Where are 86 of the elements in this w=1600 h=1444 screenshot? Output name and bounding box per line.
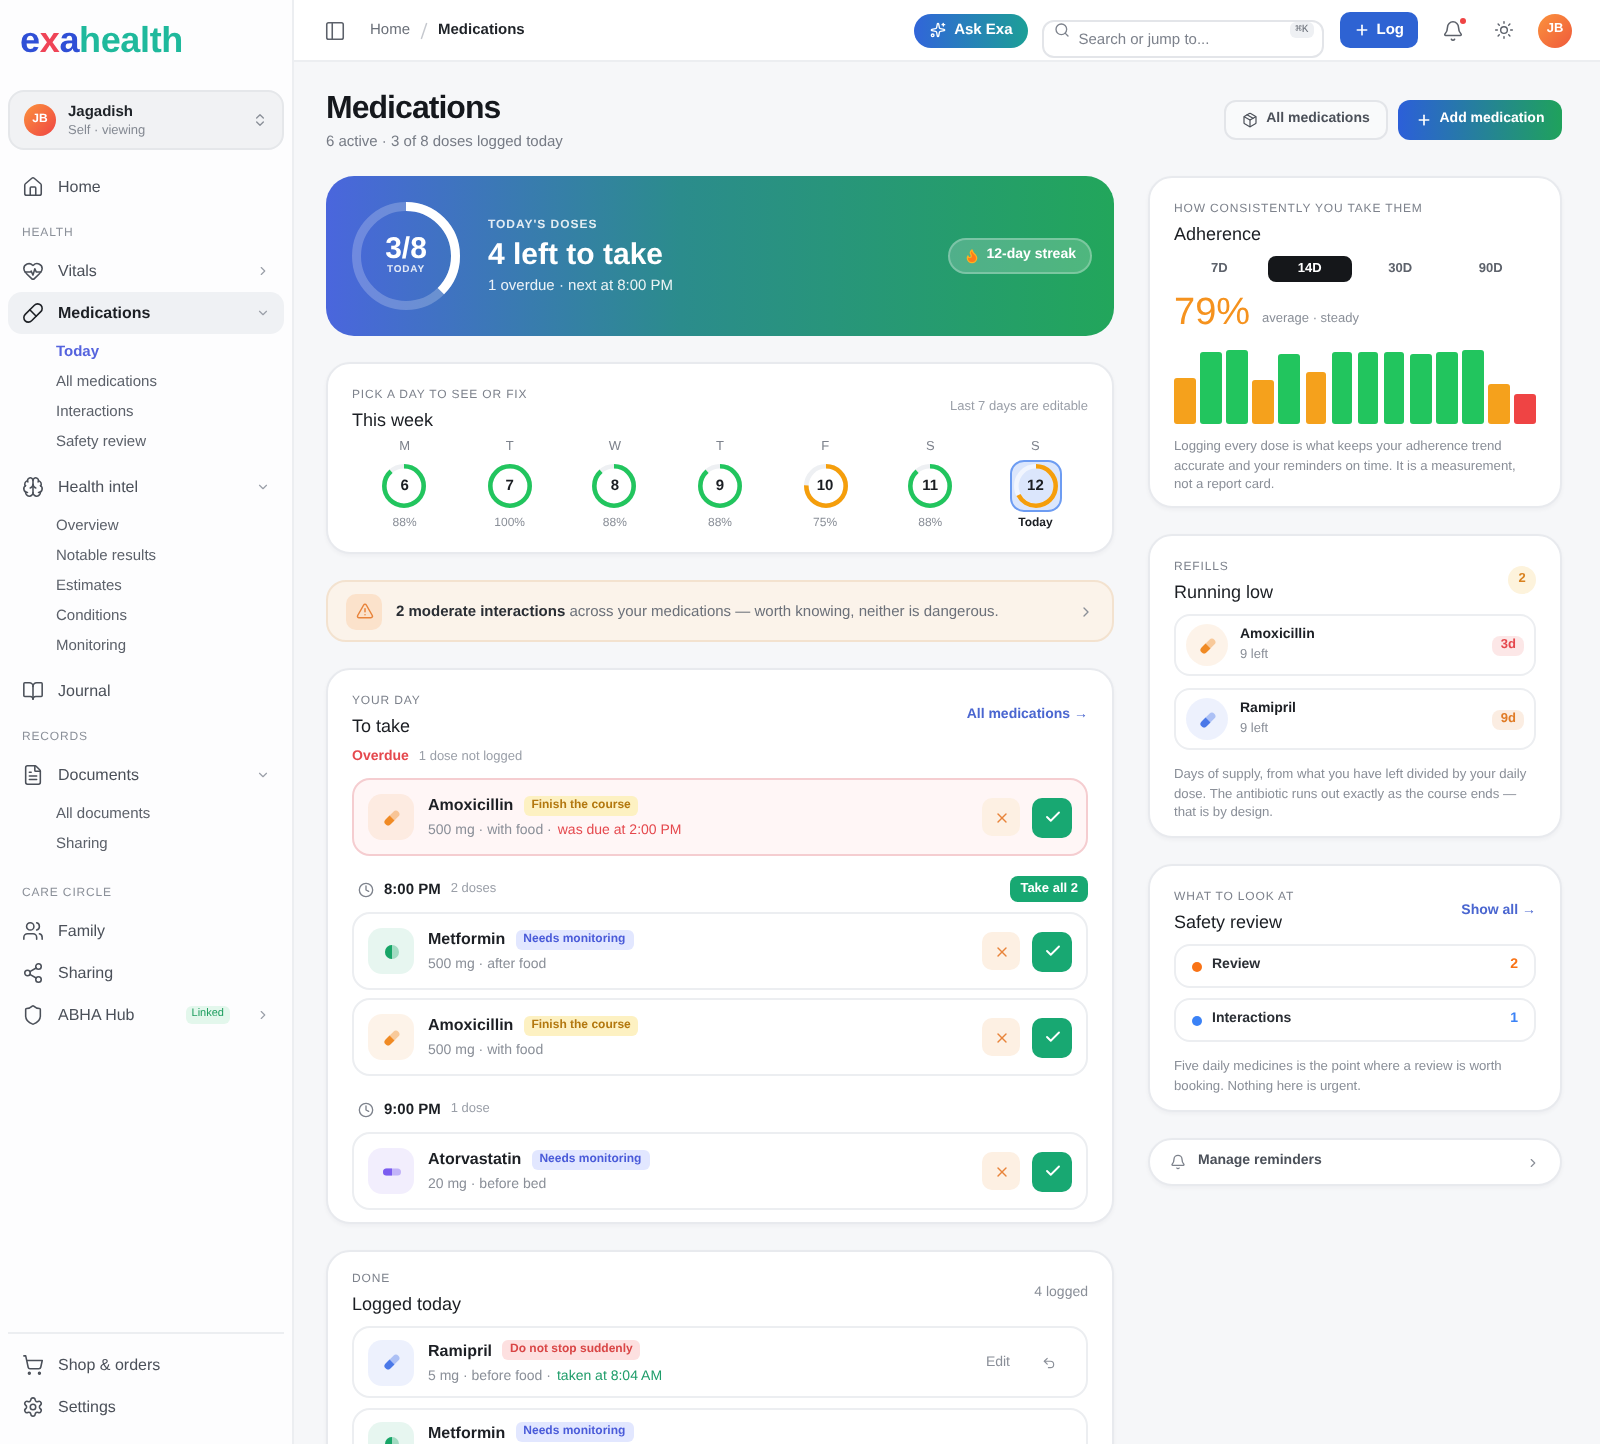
- nav-item[interactable]: Documents: [8, 754, 284, 796]
- plus-icon: [1354, 22, 1371, 38]
- slash-icon: [420, 21, 429, 39]
- x-icon: [993, 809, 1009, 825]
- take-button[interactable]: [1032, 931, 1072, 971]
- hero-title: 4 left to take: [488, 235, 666, 273]
- chevron-right-icon: [1526, 1155, 1540, 1169]
- heart-pulse-icon: [22, 260, 44, 282]
- adherence-bar: [1409, 354, 1431, 424]
- medication-name: Metformin: [428, 1421, 506, 1443]
- take-button[interactable]: [1032, 1151, 1072, 1191]
- undo-icon[interactable]: [1042, 1355, 1056, 1369]
- check-icon: [1043, 808, 1061, 826]
- check-icon: [1043, 1162, 1061, 1180]
- adherence-bar: [1488, 384, 1510, 424]
- clock-icon: [358, 881, 374, 897]
- nav-item[interactable]: Medications: [8, 292, 284, 334]
- adherence-bar: [1226, 350, 1248, 424]
- nav-item[interactable]: Health intel: [8, 466, 284, 508]
- section-title: Adherence: [1174, 222, 1264, 248]
- nav-item[interactable]: Home: [8, 166, 284, 208]
- x-icon: [993, 1029, 1009, 1045]
- bell-icon[interactable]: [1442, 19, 1464, 41]
- medication-name: Amoxicillin: [428, 1014, 514, 1036]
- medication-name: Amoxicillin: [428, 794, 514, 816]
- section-title: Safety review: [1174, 910, 1285, 936]
- nav-item[interactable]: Vitals: [8, 250, 284, 292]
- logo: exahealth: [20, 22, 183, 58]
- section-title: To take: [352, 714, 413, 740]
- bell-icon: [1170, 1154, 1186, 1170]
- x-icon: [993, 1163, 1009, 1179]
- home-icon: [22, 176, 44, 198]
- warning-icon: [346, 593, 382, 629]
- medication-name: Ramipril: [428, 1339, 493, 1361]
- skip-button[interactable]: [982, 798, 1020, 836]
- cart-icon: [22, 1354, 44, 1376]
- nav-item[interactable]: Shop & orders: [8, 1344, 284, 1386]
- sidebar-toggle-icon[interactable]: [324, 19, 346, 41]
- take-button[interactable]: [1032, 797, 1072, 837]
- skip-button[interactable]: [982, 932, 1020, 970]
- nav-item[interactable]: Journal: [8, 670, 284, 712]
- sun-icon[interactable]: [1494, 20, 1514, 40]
- skip-button[interactable]: [982, 1152, 1020, 1190]
- chevrons-up-down-icon: [252, 112, 268, 128]
- nav-item[interactable]: Sharing: [8, 952, 284, 994]
- shield-icon: [22, 1004, 44, 1026]
- settings-icon: [22, 1396, 44, 1418]
- section-title: Running low: [1174, 580, 1274, 606]
- adherence-bar: [1174, 378, 1196, 424]
- adherence-value: 79%: [1174, 292, 1251, 336]
- section-title: Logged today: [352, 1292, 462, 1318]
- adherence-bar: [1331, 352, 1353, 424]
- flame-icon: [964, 248, 981, 264]
- box-icon: [1242, 112, 1259, 128]
- search-icon: [1054, 22, 1071, 38]
- adherence-bar: [1278, 354, 1300, 424]
- check-icon: [1043, 1028, 1061, 1046]
- pill-icon: [22, 302, 44, 324]
- check-icon: [1043, 942, 1061, 960]
- adherence-bar: [1200, 352, 1222, 424]
- medication-name: Metformin: [428, 928, 506, 950]
- adherence-bar: [1462, 350, 1484, 424]
- adherence-bar: [1305, 372, 1327, 424]
- skip-button[interactable]: [982, 1018, 1020, 1056]
- nav-item[interactable]: Family: [8, 910, 284, 952]
- document-icon: [22, 764, 44, 786]
- plus-icon: [1415, 112, 1432, 128]
- section-title: This week: [352, 408, 436, 434]
- adherence-bar: [1514, 394, 1536, 424]
- adherence-bar: [1357, 352, 1379, 424]
- medication-name: Atorvastatin: [428, 1148, 522, 1170]
- adherence-bar: [1252, 380, 1274, 424]
- take-button[interactable]: [1032, 1017, 1072, 1057]
- sparkle-icon: [930, 22, 947, 38]
- share-icon: [22, 962, 44, 984]
- people-icon: [22, 920, 44, 942]
- x-icon: [993, 943, 1009, 959]
- adherence-bar: [1436, 352, 1458, 424]
- ring-value: 3/8: [385, 234, 427, 264]
- clock-icon: [358, 1101, 374, 1117]
- adherence-bar: [1383, 352, 1405, 424]
- brain-icon: [22, 476, 44, 498]
- book-icon: [22, 680, 44, 702]
- page-title: Medications: [326, 90, 503, 130]
- chevron-right-icon: [1078, 603, 1094, 619]
- nav-item[interactable]: Settings: [8, 1386, 284, 1428]
